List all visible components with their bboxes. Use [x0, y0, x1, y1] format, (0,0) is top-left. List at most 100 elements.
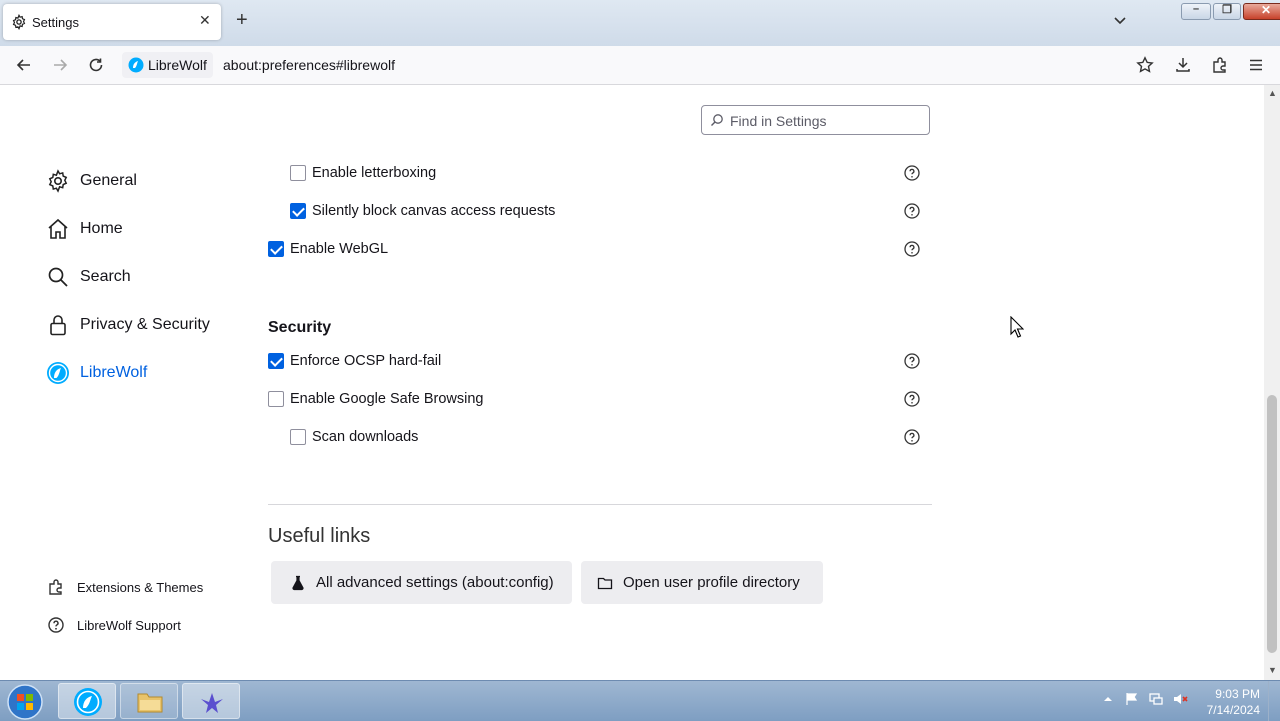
security-section-title: Security: [268, 319, 332, 336]
network-icon[interactable]: [1148, 691, 1164, 707]
minimize-button[interactable]: –: [1181, 3, 1211, 20]
help-icon[interactable]: [904, 391, 920, 407]
settings-search[interactable]: [701, 105, 930, 135]
tab-settings[interactable]: Settings ✕: [3, 4, 221, 40]
sidebar-item-label: LibreWolf Support: [77, 617, 181, 633]
help-icon[interactable]: [904, 165, 920, 181]
bird-app-icon: [201, 693, 223, 713]
minimize-icon: –: [1192, 3, 1200, 15]
help-icon[interactable]: [904, 203, 920, 219]
scroll-down-icon[interactable]: ▼: [1268, 665, 1277, 675]
tab-close-button[interactable]: ✕: [199, 12, 211, 29]
sidebar-item-home[interactable]: Home: [46, 214, 123, 244]
safe-browsing-checkbox[interactable]: [268, 391, 284, 407]
section-divider: [268, 504, 932, 505]
canvas-block-option[interactable]: Silently block canvas access requests: [290, 201, 555, 221]
sidebar-item-label: Search: [80, 268, 131, 285]
reload-icon[interactable]: [87, 56, 105, 74]
sidebar-item-privacy-security[interactable]: Privacy & Security: [46, 310, 210, 340]
show-desktop-button[interactable]: [1268, 681, 1280, 721]
volume-muted-icon[interactable]: [1172, 691, 1188, 707]
puzzle-icon: [49, 579, 62, 595]
search-icon: [48, 267, 68, 287]
scroll-up-icon[interactable]: ▲: [1268, 88, 1277, 98]
settings-page: General Home Search Privacy & Security L…: [0, 85, 1264, 680]
system-tray: [1100, 691, 1188, 707]
download-icon[interactable]: [1174, 56, 1192, 74]
taskbar-file-explorer[interactable]: [120, 683, 178, 719]
menu-icon[interactable]: [1247, 56, 1265, 74]
gear-icon: [12, 14, 26, 30]
tab-title: Settings: [32, 15, 79, 30]
canvas-block-checkbox[interactable]: [290, 203, 306, 219]
canvas-block-label: Silently block canvas access requests: [312, 203, 556, 219]
sidebar-item-librewolf-support[interactable]: LibreWolf Support: [47, 616, 181, 634]
taskbar-app[interactable]: [182, 683, 240, 719]
navigation-toolbar: LibreWolf about:preferences#librewolf: [0, 46, 1280, 85]
url-bar[interactable]: LibreWolf about:preferences#librewolf: [120, 50, 1120, 80]
new-tab-button[interactable]: +: [236, 10, 248, 30]
safe-browsing-label: Enable Google Safe Browsing: [290, 391, 484, 407]
open-profile-button[interactable]: Open user profile directory: [581, 561, 823, 604]
site-identity[interactable]: LibreWolf: [122, 52, 213, 78]
webgl-option[interactable]: Enable WebGL: [268, 239, 388, 259]
sidebar-item-extensions-themes[interactable]: Extensions & Themes: [47, 578, 203, 596]
letterboxing-option[interactable]: Enable letterboxing: [290, 163, 436, 183]
sidebar-item-search[interactable]: Search: [46, 262, 131, 292]
help-icon[interactable]: [904, 429, 920, 445]
ocsp-option[interactable]: Enforce OCSP hard-fail: [268, 351, 441, 371]
back-arrow-icon[interactable]: [15, 56, 33, 74]
taskbar: 9:03 PM 7/14/2024: [0, 680, 1280, 721]
search-icon: [711, 114, 723, 126]
sidebar-item-general[interactable]: General: [46, 166, 137, 196]
librewolf-icon: [47, 362, 69, 384]
clock-date: 7/14/2024: [1206, 703, 1260, 717]
help-icon: [48, 617, 64, 633]
scan-downloads-option[interactable]: Scan downloads: [290, 427, 418, 447]
identity-label: LibreWolf: [148, 57, 207, 73]
page-scrollbar[interactable]: ▲ ▼: [1264, 85, 1280, 680]
letterboxing-label: Enable letterboxing: [312, 165, 437, 181]
mouse-cursor-icon: [1010, 316, 1024, 338]
webgl-checkbox[interactable]: [268, 241, 284, 257]
help-icon[interactable]: [904, 353, 920, 369]
webgl-label: Enable WebGL: [290, 241, 389, 257]
url-text[interactable]: about:preferences#librewolf: [223, 57, 395, 73]
sidebar-item-label: Extensions & Themes: [77, 579, 204, 595]
ocsp-label: Enforce OCSP hard-fail: [290, 353, 442, 369]
close-icon: ✕: [1260, 3, 1272, 17]
open-profile-label: Open user profile directory: [623, 574, 800, 591]
maximize-icon: ❐: [1222, 4, 1232, 16]
flask-icon: [292, 575, 304, 590]
useful-links-title: Useful links: [268, 525, 371, 547]
about-config-button[interactable]: All advanced settings (about:config): [271, 561, 572, 604]
sidebar-item-label: General: [80, 172, 137, 189]
clock-time: 9:03 PM: [1215, 687, 1260, 701]
sidebar-item-label: LibreWolf: [80, 364, 148, 381]
extensions-icon[interactable]: [1211, 56, 1229, 74]
lock-icon: [50, 315, 66, 336]
gear-icon: [48, 169, 68, 193]
scan-downloads-checkbox[interactable]: [290, 429, 306, 445]
tray-expand-icon[interactable]: [1100, 691, 1116, 707]
taskbar-librewolf[interactable]: [58, 683, 116, 719]
help-icon[interactable]: [904, 241, 920, 257]
forward-arrow-icon[interactable]: [51, 56, 69, 74]
scan-downloads-label: Scan downloads: [312, 429, 419, 445]
maximize-button[interactable]: ❐: [1213, 3, 1241, 20]
search-input[interactable]: [728, 109, 927, 133]
chevron-down-icon[interactable]: [1112, 12, 1128, 28]
sidebar-item-librewolf[interactable]: LibreWolf: [46, 358, 147, 388]
folder-icon: [137, 693, 163, 713]
scrollbar-thumb[interactable]: [1267, 395, 1277, 653]
sidebar-item-label: Home: [80, 220, 123, 237]
ocsp-checkbox[interactable]: [268, 353, 284, 369]
flag-icon[interactable]: [1124, 691, 1140, 707]
librewolf-icon: [74, 688, 102, 716]
safe-browsing-option[interactable]: Enable Google Safe Browsing: [268, 389, 483, 409]
bookmark-star-icon[interactable]: [1136, 56, 1154, 74]
taskbar-clock[interactable]: 9:03 PM 7/14/2024: [1196, 686, 1260, 718]
letterboxing-checkbox[interactable]: [290, 165, 306, 181]
start-orb-icon[interactable]: [6, 683, 44, 721]
close-window-button[interactable]: ✕: [1243, 3, 1280, 20]
